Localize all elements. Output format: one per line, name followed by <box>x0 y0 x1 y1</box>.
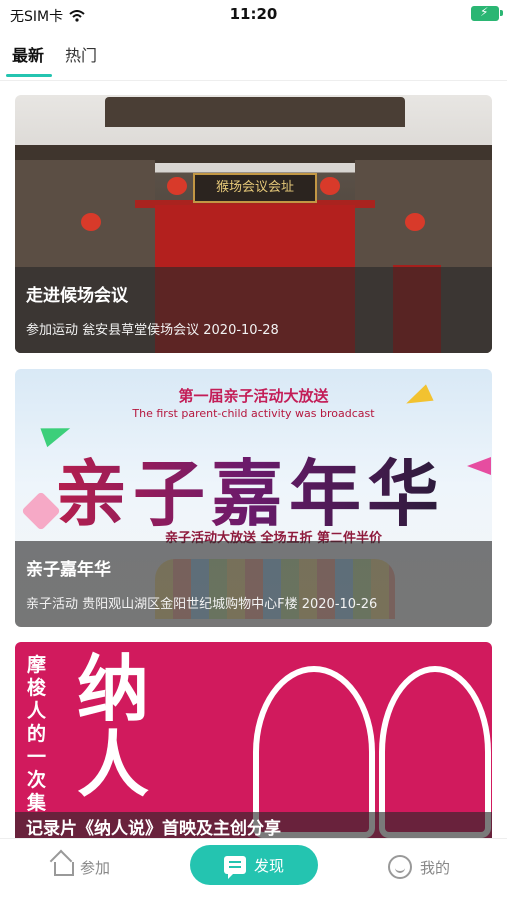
poster-glyph-1: 纳 <box>77 647 150 731</box>
card-caption: 走进候场会议 参加运动 瓮安县草堂侯场会议 2020-10-28 <box>15 267 492 353</box>
activity-card-2[interactable]: 第一届亲子活动大放送 The first parent-child activi… <box>15 369 492 627</box>
smile-icon <box>388 855 412 879</box>
status-time: 11:20 <box>229 5 278 23</box>
lantern-icon <box>81 213 101 231</box>
activity-card-1[interactable]: 猴场会议会址 走进候场会议 参加运动 瓮安县草堂侯场会议 2020-10-28 <box>15 95 492 353</box>
nav-join-button[interactable]: 参加 <box>52 847 110 887</box>
tab-latest[interactable]: 最新 <box>12 42 44 66</box>
lantern-icon <box>405 213 425 231</box>
nav-join-label: 参加 <box>80 858 111 877</box>
lantern-icon <box>320 177 340 195</box>
nav-mine-label: 我的 <box>420 858 451 877</box>
card-caption: 记录片《纳人说》首映及主创分享 <box>15 812 492 838</box>
nav-discover-label: 发现 <box>253 856 284 875</box>
card-title: 记录片《纳人说》首映及主创分享 <box>26 819 281 838</box>
poster-big-text: 亲子嘉年华 <box>55 435 445 540</box>
building-sign: 猴场会议会址 <box>193 173 317 203</box>
tab-popular[interactable]: 热门 <box>65 42 97 66</box>
activity-card-3[interactable]: 摩梭人的一次集 纳 人 记录片《纳人说》首映及主创分享 <box>15 642 492 838</box>
nav-discover-button[interactable]: 发现 <box>190 845 318 885</box>
lantern-icon <box>167 177 187 195</box>
home-icon <box>52 859 74 876</box>
tab-active-indicator <box>6 74 52 77</box>
building-roof <box>105 97 405 127</box>
paper-plane-icon <box>467 457 491 475</box>
tab-bar: 最新 热门 <box>0 36 507 81</box>
card-meta: 亲子活动 贵阳观山湖区金阳世纪城购物中心F楼 2020-10-26 <box>26 597 378 612</box>
status-bar: 无SIM卡 11:20 ⚡ <box>0 0 507 28</box>
bottom-nav: 参加 发现 我的 <box>0 838 507 901</box>
battery-icon: ⚡ <box>471 5 503 21</box>
poster-glyph-2: 人 <box>77 723 150 807</box>
poster-headline-en: The first parent-child activity was broa… <box>132 407 375 420</box>
card-title: 走进候场会议 <box>26 286 128 306</box>
poster-vertical-text: 摩梭人的一次集 <box>27 654 47 814</box>
card-meta: 参加运动 瓮安县草堂侯场会议 2020-10-28 <box>26 323 279 338</box>
card-caption: 亲子嘉年华 亲子活动 贵阳观山湖区金阳世纪城购物中心F楼 2020-10-26 <box>15 541 492 627</box>
chat-icon <box>223 856 246 879</box>
nav-mine-button[interactable]: 我的 <box>388 847 450 887</box>
card-title: 亲子嘉年华 <box>26 560 111 580</box>
